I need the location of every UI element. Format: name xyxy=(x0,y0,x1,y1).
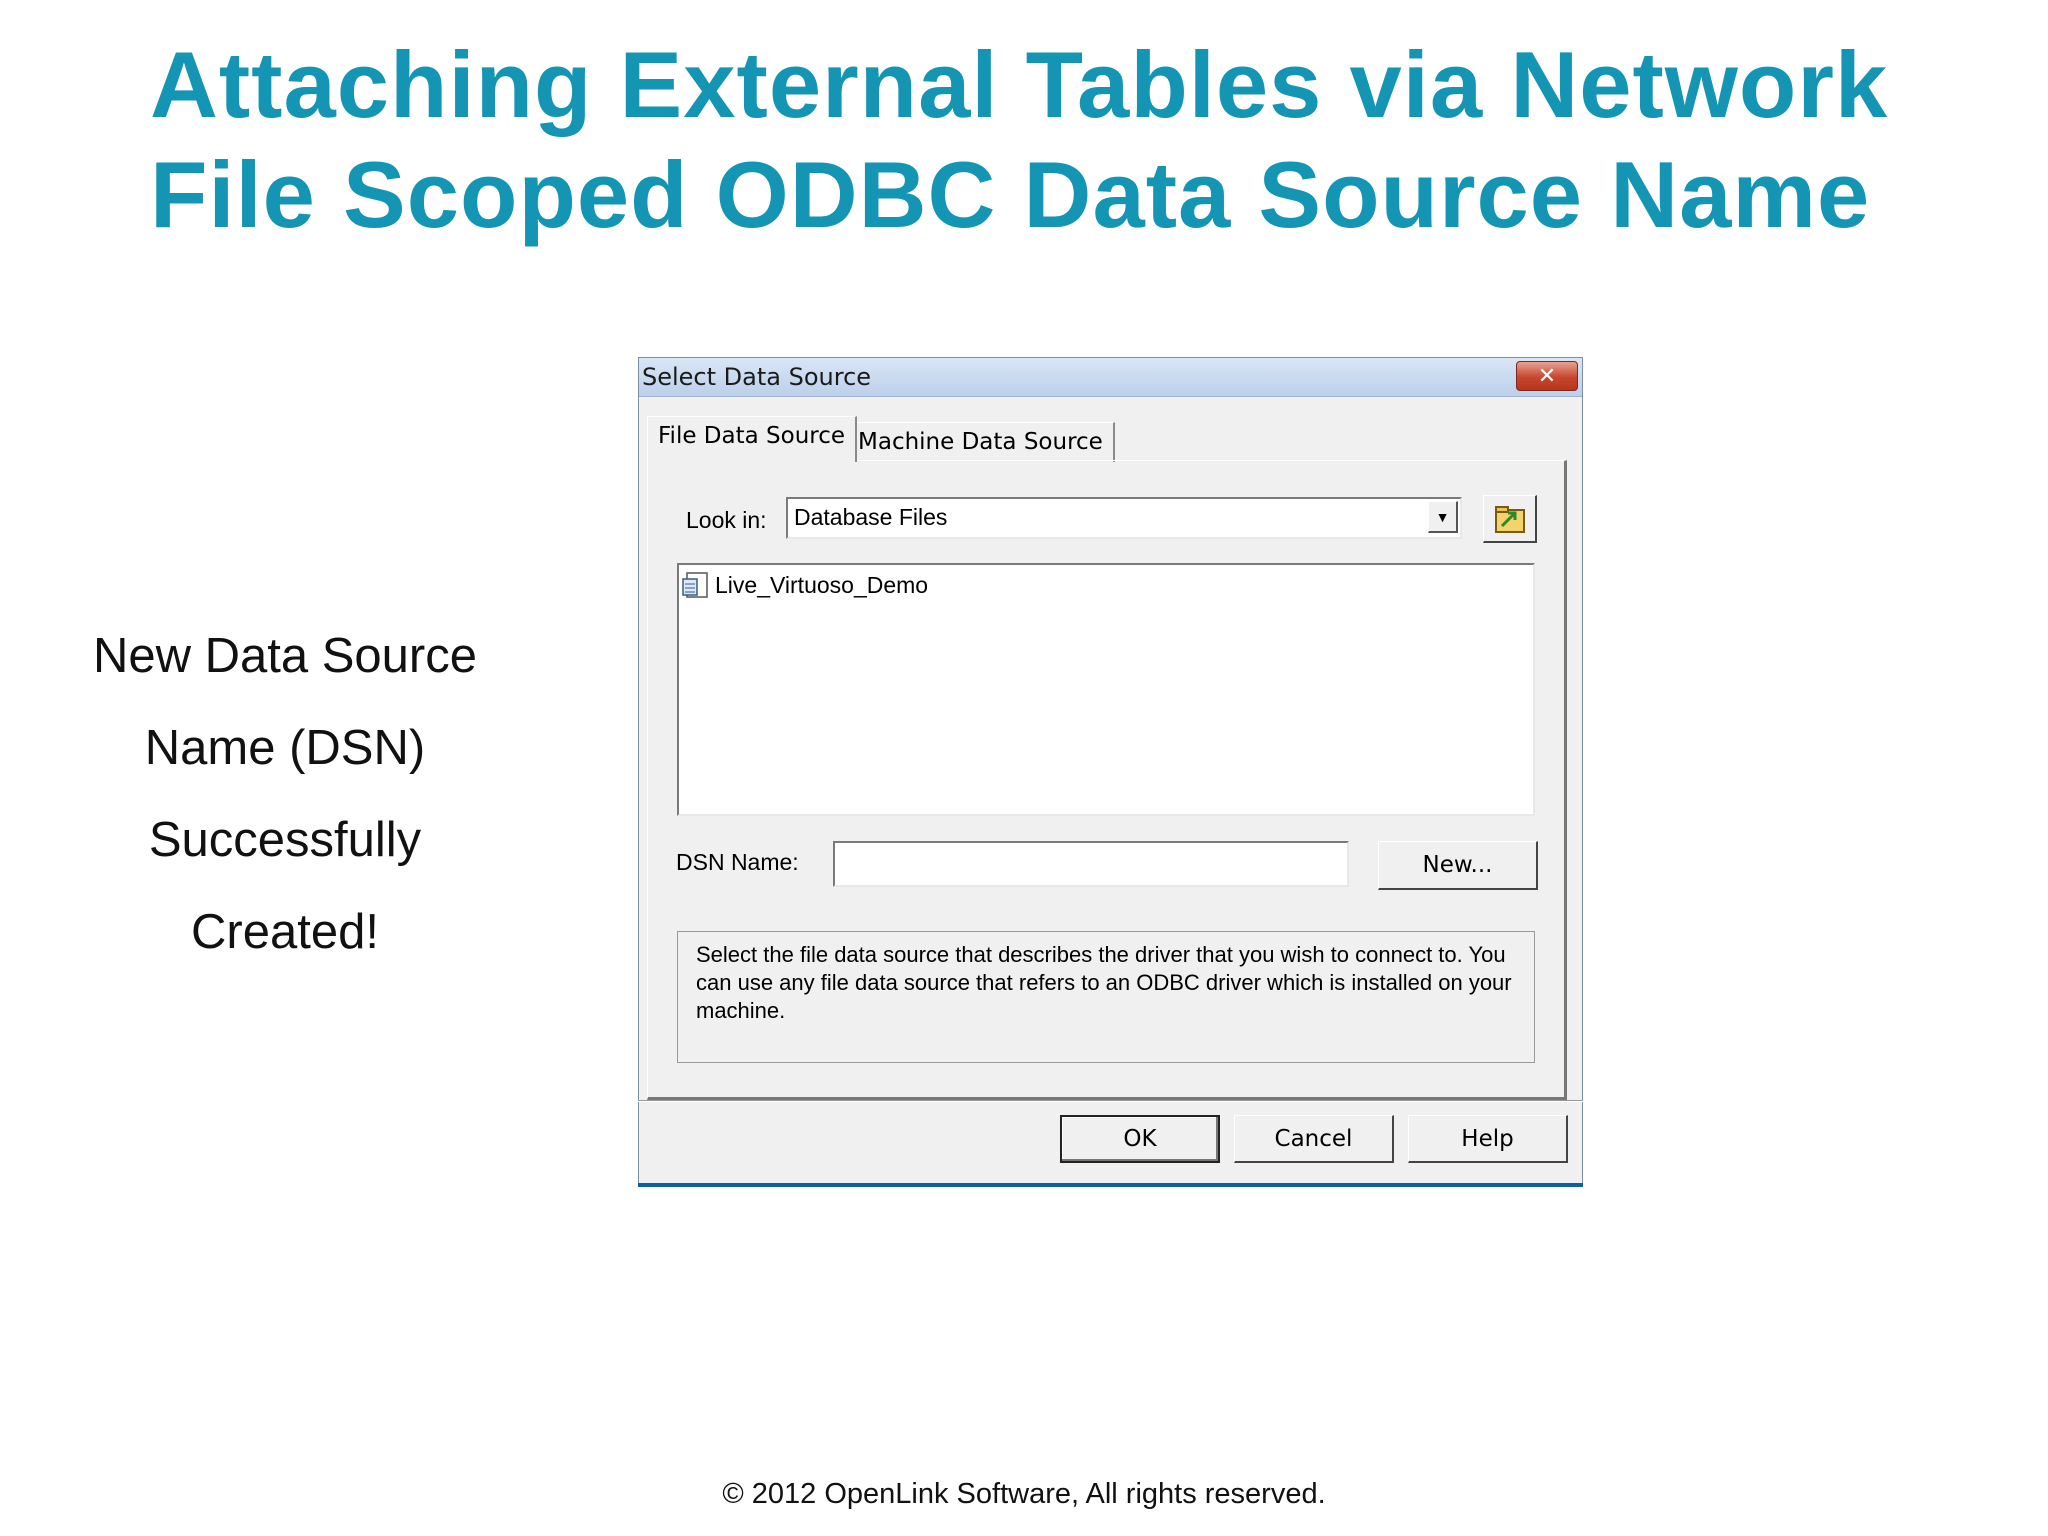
cancel-button-label: Cancel xyxy=(1274,1125,1353,1152)
tab-label: Machine Data Source xyxy=(858,429,1103,455)
folder-up-icon xyxy=(1494,505,1525,533)
dsn-name-input[interactable] xyxy=(833,841,1349,887)
look-in-select[interactable]: Database Files ▼ xyxy=(786,497,1462,539)
new-button-label: New... xyxy=(1422,852,1493,878)
slide-title-line-2: File Scoped ODBC Data Source Name xyxy=(150,142,1871,247)
look-in-value: Database Files xyxy=(794,504,948,530)
list-item[interactable]: Live_Virtuoso_Demo xyxy=(681,570,928,600)
up-folder-button[interactable] xyxy=(1483,495,1537,543)
caption-line: Name (DSN) xyxy=(144,721,426,775)
tab-file-data-source[interactable]: File Data Source xyxy=(647,416,858,462)
file-list[interactable]: Live_Virtuoso_Demo xyxy=(677,563,1535,816)
caption-line: Created! xyxy=(191,905,379,959)
dsn-name-label: DSN Name: xyxy=(676,849,799,875)
look-in-label: Look in: xyxy=(686,507,767,533)
cancel-button[interactable]: Cancel xyxy=(1234,1115,1394,1163)
help-button-label: Help xyxy=(1461,1125,1514,1152)
ok-button-label: OK xyxy=(1123,1126,1157,1152)
dialog-bottom-edge xyxy=(638,1183,1583,1187)
new-button[interactable]: New... xyxy=(1378,841,1538,890)
slide-caption: New Data Source Name (DSN) Successfully … xyxy=(40,610,530,978)
close-button[interactable]: ✕ xyxy=(1516,361,1578,391)
tab-label: File Data Source xyxy=(658,423,846,449)
description-text: Select the file data source that describ… xyxy=(696,942,1512,1023)
slide-title: Attaching External Tables via Network Fi… xyxy=(150,30,1950,250)
look-in-dropdown-button[interactable]: ▼ xyxy=(1428,501,1458,533)
close-icon: ✕ xyxy=(1537,363,1557,389)
description-box: Select the file data source that describ… xyxy=(677,931,1535,1063)
ok-button[interactable]: OK xyxy=(1060,1115,1220,1163)
dialog-title: Select Data Source xyxy=(642,363,872,391)
slide-title-line-1: Attaching External Tables via Network xyxy=(150,32,1889,137)
dialog-separator xyxy=(638,1100,1583,1102)
chevron-down-icon: ▼ xyxy=(1435,508,1450,525)
tab-machine-data-source[interactable]: Machine Data Source xyxy=(847,422,1115,462)
help-button[interactable]: Help xyxy=(1408,1115,1568,1163)
file-name: Live_Virtuoso_Demo xyxy=(715,571,929,598)
copyright-footer: © 2012 OpenLink Software, All rights res… xyxy=(722,1478,1326,1510)
caption-line: New Data Source xyxy=(92,629,477,683)
dsn-file-icon xyxy=(682,572,708,598)
caption-line: Successfully xyxy=(148,813,422,867)
dialog-titlebar[interactable]: Select Data Source ✕ xyxy=(639,358,1582,397)
